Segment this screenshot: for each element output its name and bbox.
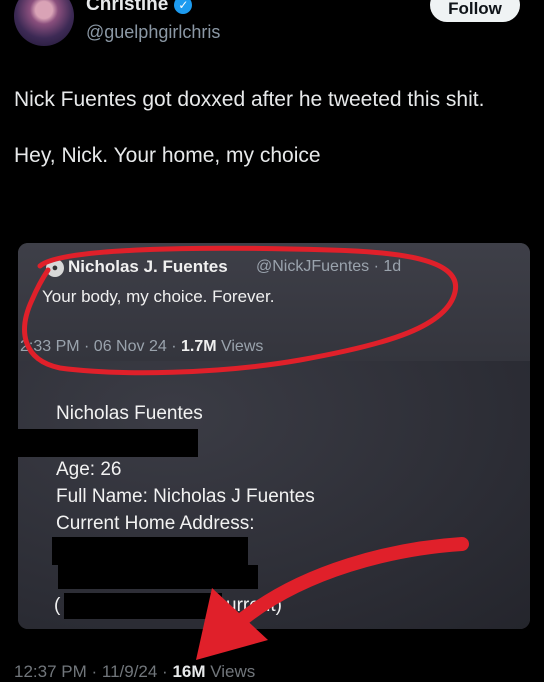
author-avatar[interactable] [14, 0, 74, 46]
dox-current-close: urrent) [226, 595, 282, 616]
quoted-tweet-views-count: 1.7M [180, 338, 217, 355]
author-name[interactable]: Christine [86, 0, 168, 16]
quoted-avatar-icon: ● [46, 259, 64, 277]
tweet-time[interactable]: 12:37 PM · 11/9/24 · [14, 662, 172, 681]
author-handle[interactable]: @guelphgirlchris [86, 22, 220, 43]
verified-badge-icon: ✓ [174, 0, 193, 14]
quoted-tweet-meta: 2:33 PM · 06 Nov 24 · 1.7M Views [20, 338, 263, 356]
attached-image[interactable]: ● Nicholas J. Fuentes @NickJFuentes · 1d… [18, 243, 530, 629]
redaction-bar [18, 429, 198, 457]
quoted-tweet-views-label: Views [216, 338, 264, 355]
dox-address-label: Current Home Address: [56, 513, 255, 534]
tweet-views-label: Views [205, 662, 256, 681]
tweet-views-count: 16M [172, 662, 206, 681]
redaction-bar [64, 593, 222, 619]
tweet-paragraph-1: Nick Fuentes got doxxed after he tweeted… [14, 88, 485, 111]
dox-current-open: ( [54, 595, 61, 616]
dox-full-name: Full Name: Nicholas J Fuentes [56, 486, 315, 507]
redaction-bar [52, 537, 248, 565]
dox-age: Age: 26 [56, 459, 122, 480]
dox-name: Nicholas Fuentes [56, 403, 203, 424]
follow-button[interactable]: Follow [430, 0, 520, 22]
quoted-author-name: Nicholas J. Fuentes [68, 257, 228, 276]
author-name-row[interactable]: Christine ✓ [86, 0, 193, 16]
tweet-paragraph-2: Hey, Nick. Your home, my choice [14, 144, 321, 167]
quoted-tweet-text: Your body, my choice. Forever. [42, 287, 275, 306]
redaction-bar [58, 565, 258, 589]
tweet-meta: 12:37 PM · 11/9/24 · 16M Views [14, 662, 255, 682]
tweet-text: Nick Fuentes got doxxed after he tweeted… [14, 86, 524, 198]
quoted-author-handle: @NickJFuentes · 1d [256, 258, 402, 275]
quoted-tweet-time: 2:33 PM · 06 Nov 24 · [20, 338, 181, 355]
